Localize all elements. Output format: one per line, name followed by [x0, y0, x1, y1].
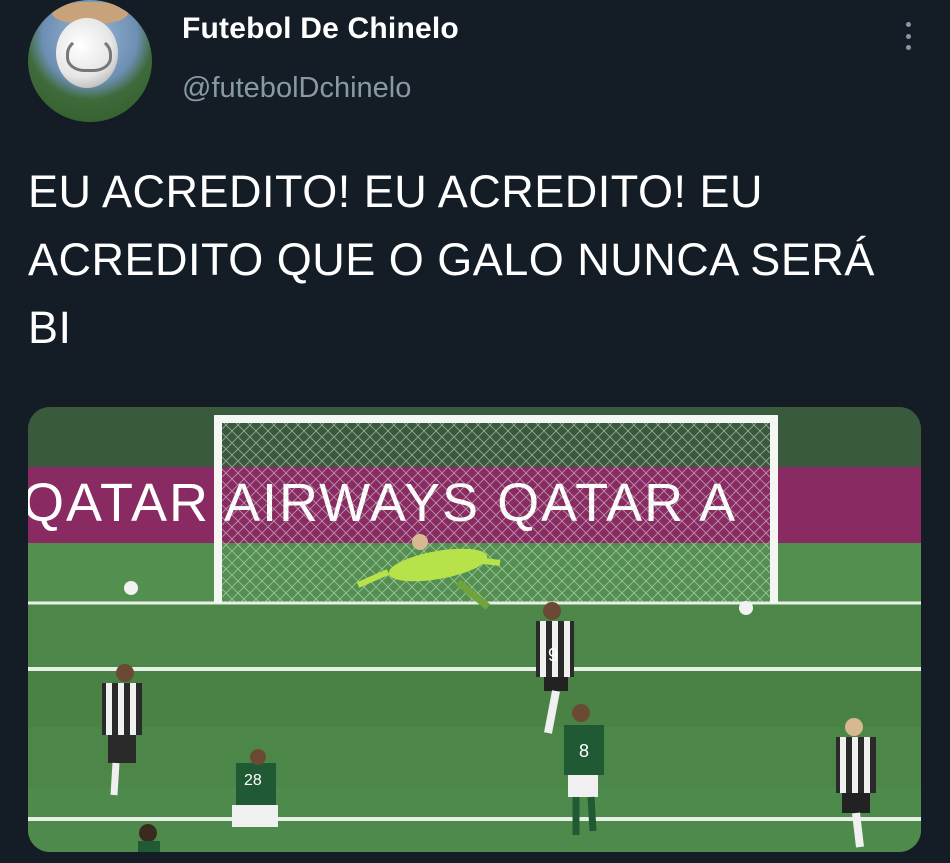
- penalty-kick-scene: QATAR AIRWAYS QATAR A: [28, 407, 921, 852]
- football-avatar-icon: [56, 18, 118, 88]
- right-goalpost: [770, 415, 778, 603]
- more-vertical-icon[interactable]: [902, 22, 914, 50]
- tweet-media-image[interactable]: QATAR AIRWAYS QATAR A: [28, 407, 921, 852]
- avatar[interactable]: [28, 0, 152, 122]
- shirt-number-28: 28: [244, 772, 262, 789]
- left-goalpost: [214, 415, 222, 603]
- shirt-number-8: 8: [579, 741, 589, 761]
- tweet-text: EU ACREDITO! EU ACREDITO! EU ACREDITO QU…: [28, 166, 875, 353]
- display-name[interactable]: Futebol De Chinelo: [182, 12, 459, 46]
- user-handle[interactable]: @futebolDchinelo: [182, 72, 411, 105]
- shirt-number-9: 9: [548, 645, 558, 665]
- crossbar: [214, 415, 778, 423]
